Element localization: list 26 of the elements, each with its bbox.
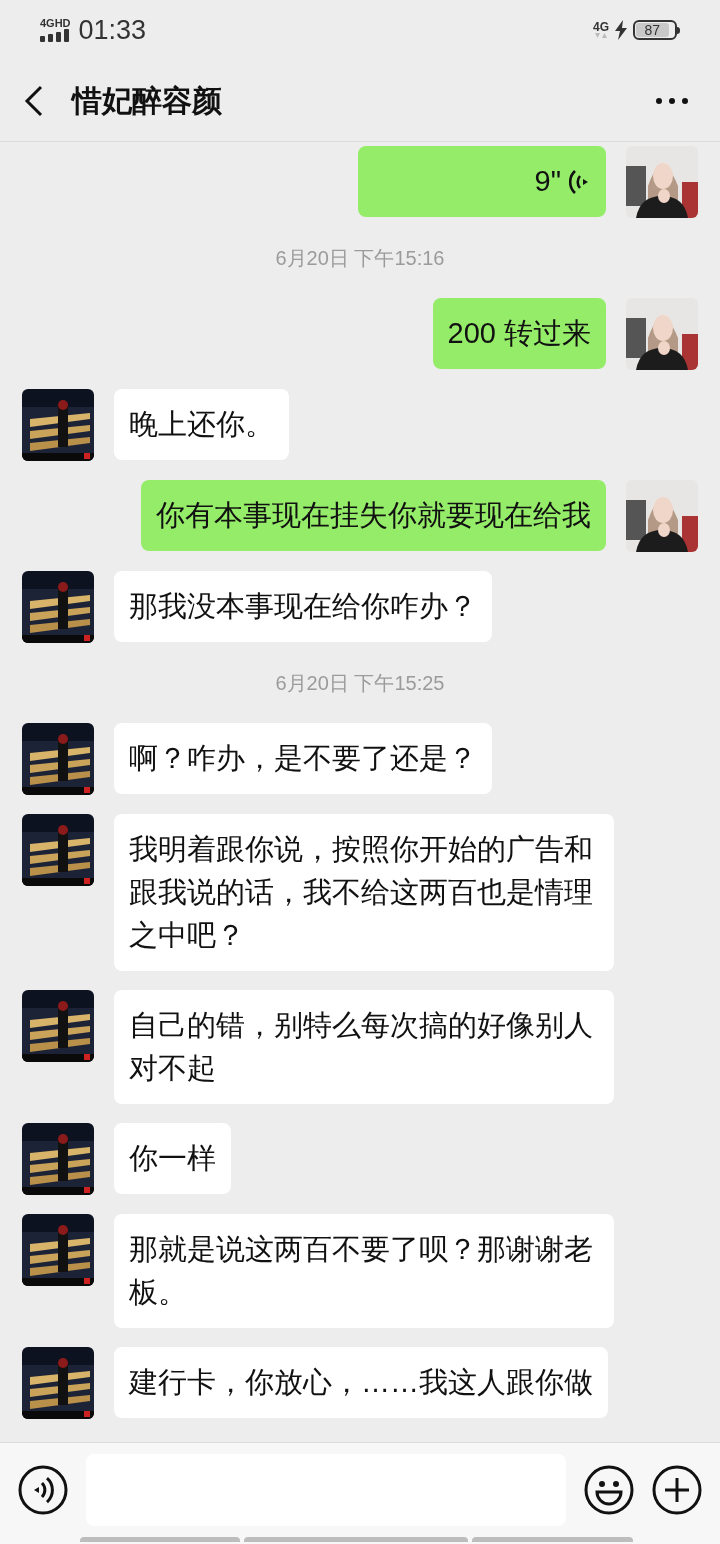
- message-bubble: 那就是说这两百不要了呗？那谢谢老板。: [114, 1214, 614, 1328]
- timestamp: 6月20日 下午15:16: [275, 246, 445, 271]
- clock: 01:33: [78, 13, 147, 47]
- message-bubble: 你有本事现在挂失你就要现在给我: [141, 480, 606, 551]
- charging-icon: [615, 20, 627, 40]
- network-label: 4GHD: [40, 18, 71, 29]
- plus-icon[interactable]: [652, 1465, 702, 1515]
- timestamp: 6月20日 下午15:25: [275, 671, 445, 696]
- message-bubble: 那我没本事现在给你咋办？: [114, 571, 492, 642]
- data-arrows-icon: [595, 33, 607, 39]
- message-bubble: 我明着跟你说，按照你开始的广告和跟我说的话，我不给这两百也是情理之中吧？: [114, 814, 614, 971]
- voice-message[interactable]: 9": [358, 146, 606, 217]
- voice-input-icon[interactable]: [18, 1465, 68, 1515]
- message-bubble: 自己的错，别特么每次搞的好像别人对不起: [114, 990, 614, 1104]
- message-bubble: 你一样: [114, 1123, 231, 1194]
- back-icon[interactable]: [24, 84, 44, 117]
- message-bubble: 晚上还你。: [114, 389, 289, 460]
- signal-icon: [40, 29, 70, 42]
- network-label: 4G: [593, 21, 609, 33]
- battery-level: 87: [644, 23, 661, 37]
- message-bubble: 200 转过来: [432, 298, 606, 369]
- emoji-icon[interactable]: [584, 1465, 634, 1515]
- chat-title: 惜妃醉容颜: [72, 83, 222, 119]
- message-bubble: 啊？咋办，是不要了还是？: [114, 723, 492, 794]
- more-icon[interactable]: [656, 97, 688, 104]
- message-bubble: 建行卡，你放心，……我这人跟你做: [114, 1347, 608, 1418]
